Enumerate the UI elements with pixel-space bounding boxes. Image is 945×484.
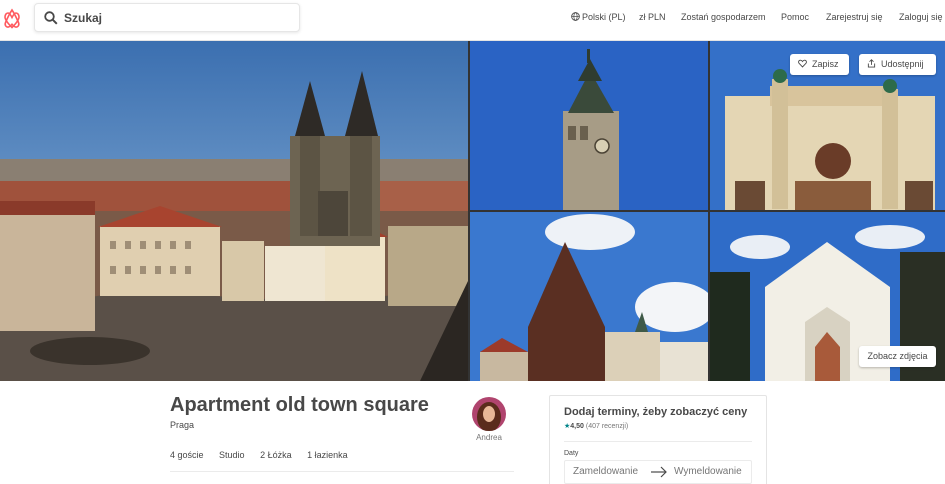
top-header: Polski (PL) zł PLN Zostań gospodarzem Po… bbox=[0, 0, 945, 41]
listing-specs: 4 goście Studio 2 Łóżka 1 łazienka bbox=[170, 450, 361, 460]
signup-link[interactable]: Zarejestruj się bbox=[826, 0, 883, 41]
booking-title: Dodaj terminy, żeby zobaczyć ceny bbox=[564, 406, 748, 418]
dates-picker[interactable]: Zameldowanie Wymeldowanie bbox=[564, 460, 752, 484]
arrow-right-icon bbox=[651, 466, 667, 478]
language-selector[interactable]: Polski (PL) bbox=[571, 0, 626, 41]
save-button[interactable]: Zapisz bbox=[790, 54, 849, 75]
search-icon bbox=[44, 11, 58, 25]
photo-gallery: Zapisz Udostępnij Zobacz zdjęcia bbox=[0, 41, 945, 381]
heart-icon bbox=[798, 59, 807, 68]
search-input[interactable] bbox=[64, 8, 289, 28]
login-link[interactable]: Zaloguj się bbox=[899, 0, 943, 41]
spec-type: Studio bbox=[219, 450, 245, 460]
rating-reviews: (407 recenzji) bbox=[585, 423, 629, 430]
checkout-field[interactable]: Wymeldowanie bbox=[674, 466, 742, 477]
photo-gothic-gable[interactable] bbox=[470, 212, 708, 381]
become-host-link[interactable]: Zostań gospodarzem bbox=[681, 0, 766, 41]
share-icon bbox=[867, 59, 876, 68]
checkin-field[interactable]: Zameldowanie bbox=[573, 466, 638, 477]
currency-selector[interactable]: zł PLN bbox=[639, 0, 666, 41]
booking-card: Dodaj terminy, żeby zobaczyć ceny ★4,50 … bbox=[549, 395, 767, 484]
spec-guests: 4 goście bbox=[170, 450, 204, 460]
spec-baths: 1 łazienka bbox=[307, 450, 348, 460]
help-link[interactable]: Pomoc bbox=[781, 0, 809, 41]
save-label: Zapisz bbox=[812, 59, 839, 69]
booking-divider bbox=[564, 441, 752, 442]
search-bar[interactable] bbox=[34, 3, 300, 32]
rating-score: 4,50 bbox=[570, 423, 584, 430]
section-divider bbox=[170, 471, 514, 472]
main-photo[interactable] bbox=[0, 41, 468, 381]
view-photos-button[interactable]: Zobacz zdjęcia bbox=[859, 346, 936, 367]
spec-beds: 2 Łóżka bbox=[260, 450, 292, 460]
share-label: Udostępnij bbox=[881, 59, 924, 69]
language-label: Polski (PL) bbox=[582, 12, 626, 22]
photo-tower[interactable] bbox=[470, 41, 708, 210]
host-name: Andrea bbox=[476, 433, 502, 442]
share-button[interactable]: Udostępnij bbox=[859, 54, 936, 75]
globe-icon bbox=[571, 12, 580, 21]
listing-title: Apartment old town square bbox=[170, 394, 429, 416]
dates-label: Daty bbox=[564, 450, 579, 457]
host-avatar[interactable] bbox=[472, 397, 506, 431]
rating[interactable]: ★4,50 (407 recenzji) bbox=[564, 422, 628, 430]
listing-city[interactable]: Praga bbox=[170, 420, 194, 430]
airbnb-logo-icon[interactable] bbox=[2, 8, 22, 30]
